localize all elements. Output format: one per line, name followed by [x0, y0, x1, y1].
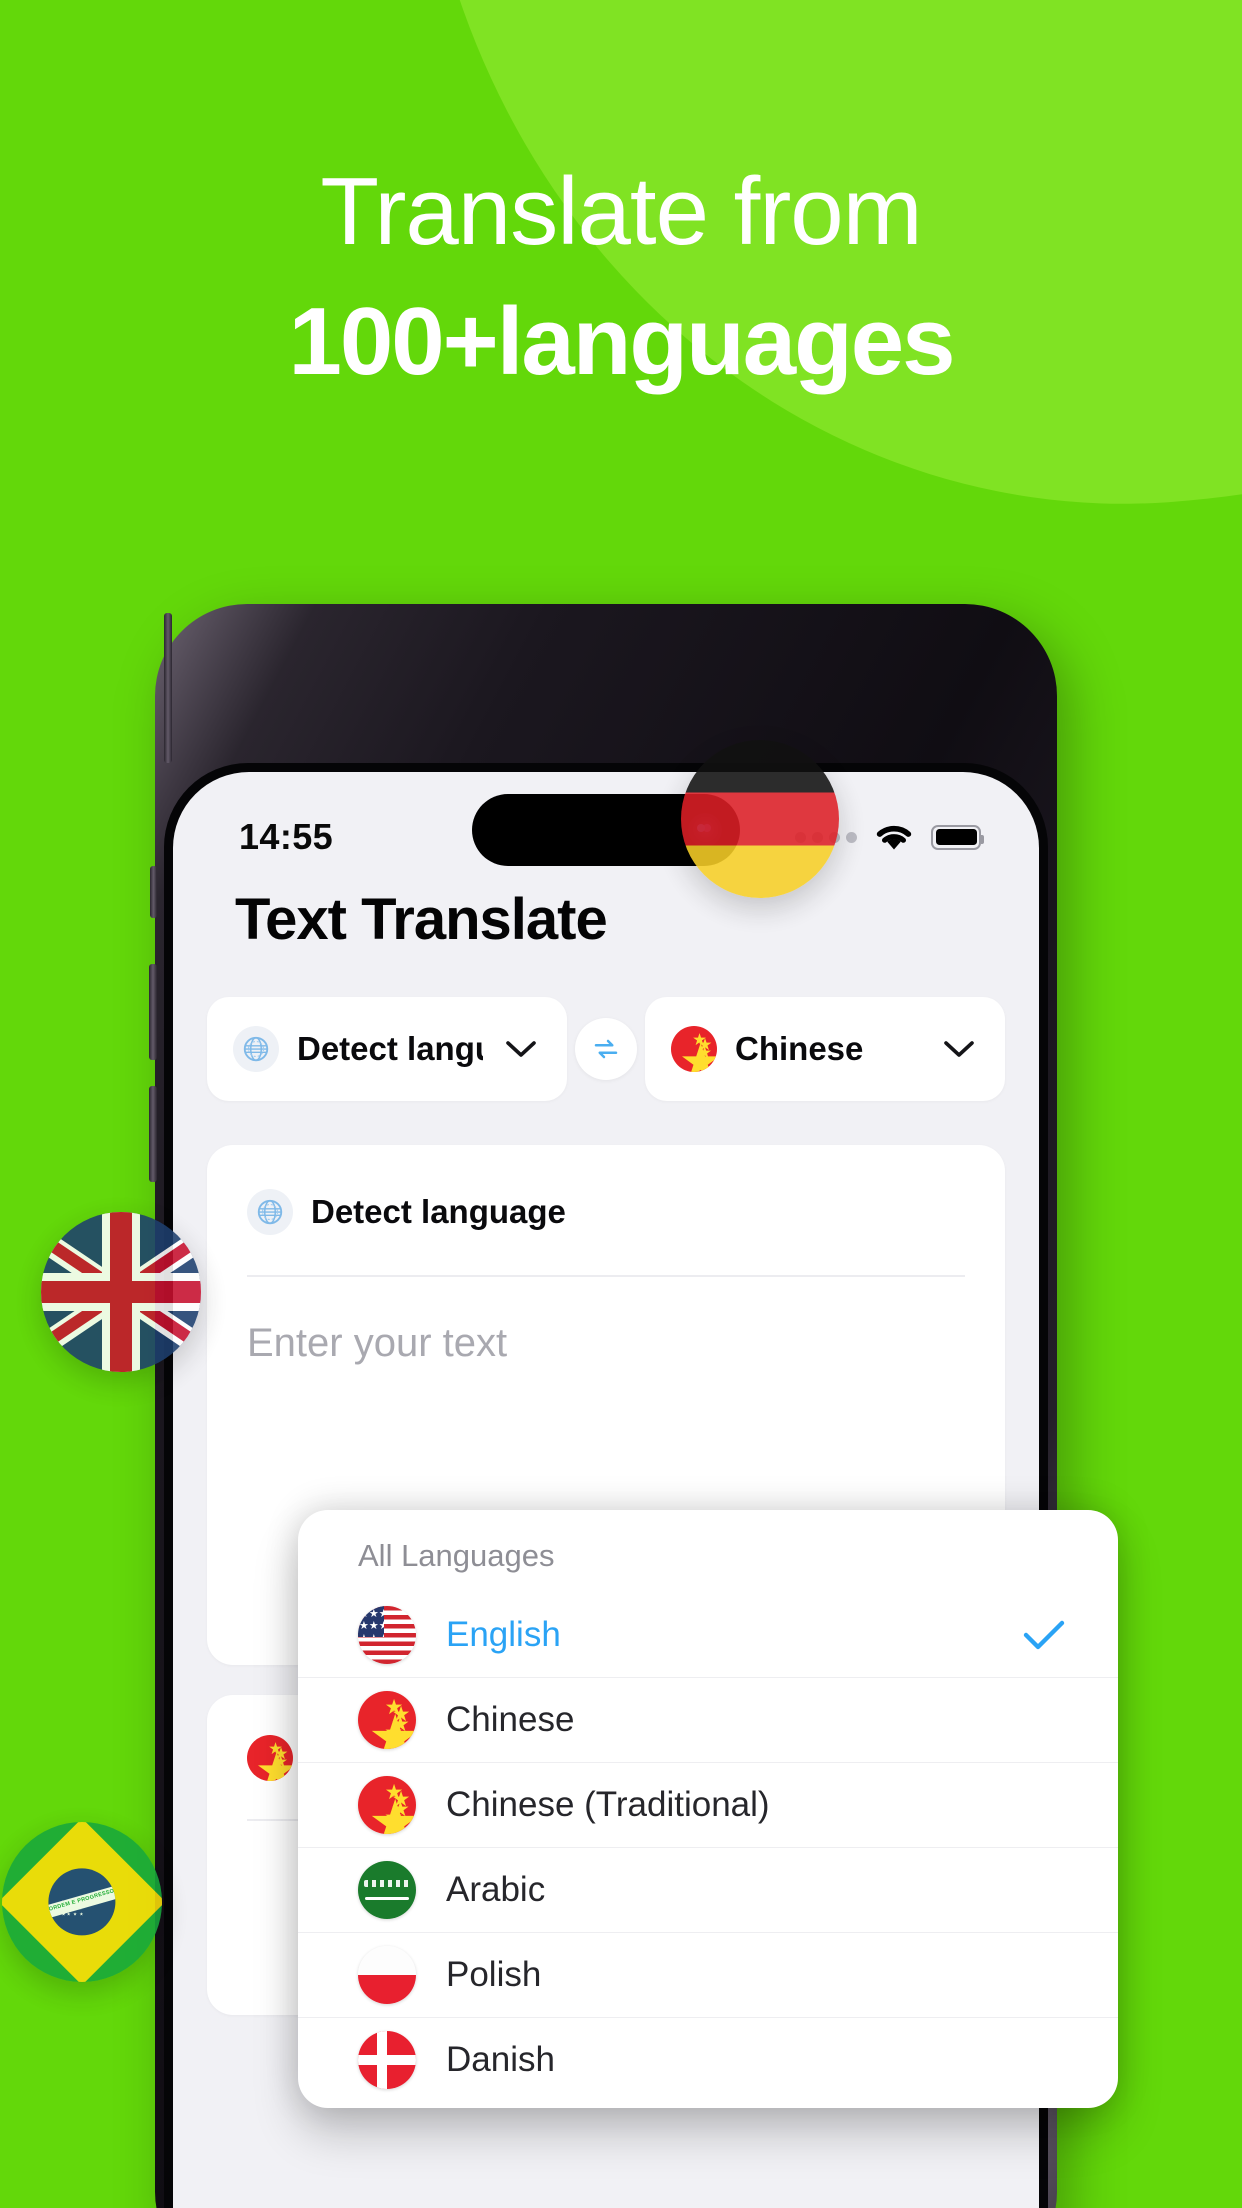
check-icon	[1022, 1618, 1066, 1652]
flag-gb-bubble	[41, 1212, 201, 1372]
source-language-selector[interactable]: Detect langu...	[207, 997, 567, 1101]
language-list-item[interactable]: Arabic	[298, 1847, 1118, 1932]
language-list-item[interactable]: Danish	[298, 2017, 1118, 2102]
flag-cn-icon: ★ ★ ★ ★ ★	[358, 1691, 416, 1749]
globe-detect-icon	[233, 1026, 279, 1072]
flag-cn-icon: ★ ★ ★ ★ ★	[671, 1026, 717, 1072]
language-sheet-title: All Languages	[358, 1538, 555, 1573]
swap-languages-button[interactable]	[575, 1018, 637, 1080]
volume-down-button[interactable]	[149, 1086, 157, 1182]
language-list: English ★★★★★ Chinese ★★★★★ Chinese (Traditi…	[298, 1592, 1118, 2102]
globe-detect-icon	[247, 1189, 293, 1235]
status-bar: 14:55	[173, 772, 1039, 876]
language-name: Arabic	[446, 1870, 546, 1909]
volume-up-button[interactable]	[149, 964, 157, 1060]
target-language-selector[interactable]: ★ ★ ★ ★ ★ Chinese	[645, 997, 1005, 1101]
swap-horizontal-icon	[591, 1034, 621, 1064]
flag-cn-icon: ★ ★ ★ ★ ★	[247, 1735, 293, 1781]
language-list-item[interactable]: Polish	[298, 1932, 1118, 2017]
power-button[interactable]	[164, 613, 172, 763]
source-language-label: Detect langu...	[297, 1030, 483, 1067]
wifi-icon	[874, 822, 914, 852]
page-title: Text Translate	[235, 887, 608, 952]
flag-gb-icon	[41, 1212, 201, 1372]
language-selector-row: Detect langu...	[207, 997, 1005, 1101]
chevron-down-icon[interactable]	[501, 1039, 541, 1059]
flag-de-icon	[681, 740, 839, 898]
target-language-label: Chinese	[735, 1030, 864, 1067]
language-name: English	[446, 1614, 561, 1654]
divider	[247, 1275, 965, 1277]
battery-full-icon	[931, 824, 984, 850]
background-accent-shape	[392, 0, 1242, 551]
status-bar-time: 14:55	[239, 816, 334, 857]
flag-br-icon: ★ ★ ★ ★ ★ ★ ★ ★ ★ ★ ★ ORDEM E PROGRESSO	[2, 1822, 162, 1982]
source-text-input-placeholder[interactable]: Enter your text	[247, 1321, 965, 1366]
language-list-item[interactable]: ★ ★ ★ ★ ★ Chinese	[298, 1677, 1118, 1762]
language-name: Chinese	[446, 1700, 575, 1739]
flag-de-bubble	[681, 740, 839, 898]
silent-switch[interactable]	[150, 866, 157, 918]
flag-dk-icon	[358, 2031, 416, 2089]
source-card-language-label: Detect language	[311, 1193, 566, 1230]
language-name: Danish	[446, 2040, 555, 2079]
language-picker-sheet: All Languages English ★★★★★ Chinese ★★★★★ Ch…	[298, 1510, 1118, 2108]
flag-cn-icon: ★ ★ ★ ★ ★	[358, 1776, 416, 1834]
flag-pl-icon	[358, 1946, 416, 2004]
language-list-item[interactable]: English	[298, 1592, 1118, 1677]
chevron-down-icon[interactable]	[939, 1039, 979, 1059]
source-text-card-header: Detect language	[247, 1189, 965, 1235]
language-list-item[interactable]: ★ ★ ★ ★ ★ Chinese (Traditional)	[298, 1762, 1118, 1847]
language-name: Polish	[446, 1955, 542, 1994]
language-name: Chinese (Traditional)	[446, 1785, 770, 1824]
flag-br-bubble: ★ ★ ★ ★ ★ ★ ★ ★ ★ ★ ★ ORDEM E PROGRESSO	[2, 1822, 162, 1982]
flag-sa-icon	[358, 1861, 416, 1919]
flag-us-icon	[358, 1605, 416, 1664]
